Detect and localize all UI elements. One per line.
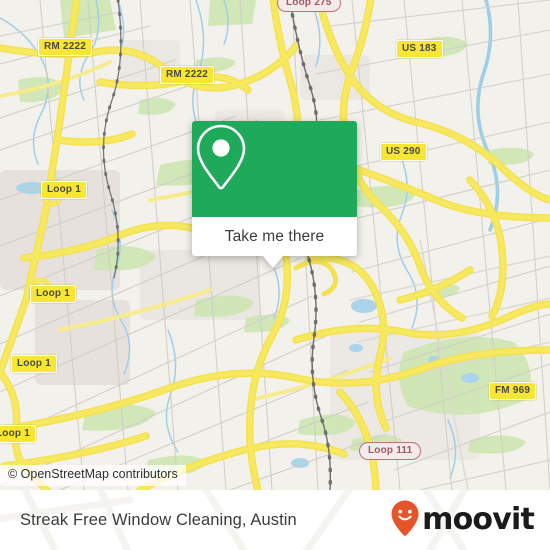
moovit-map-page: .lnd { fill:#efece5; } .park { fill:#cfe… (0, 0, 550, 550)
road-shield-loop-111: Loop 111 (359, 442, 422, 460)
road-shield-loop-1-a: Loop 1 (41, 181, 87, 199)
take-me-there-label: Take me there (224, 227, 325, 245)
road-shield-rm-2222-b: RM 2222 (160, 66, 214, 84)
location-popup-card[interactable]: Take me there (192, 121, 357, 268)
popup-pointer-tail (262, 255, 284, 268)
moovit-wordmark: moovit (422, 502, 535, 537)
road-shield-fm-969: FM 969 (489, 382, 537, 400)
map-canvas[interactable]: .lnd { fill:#efece5; } .park { fill:#cfe… (0, 0, 550, 490)
footer-bar: Streak Free Window Cleaning, Austin moov… (0, 490, 550, 550)
moovit-smiley-pin-icon (390, 499, 420, 542)
road-shield-loop-1-b: Loop 1 (30, 285, 76, 303)
place-title: Streak Free Window Cleaning, Austin (20, 510, 297, 529)
moovit-brand[interactable]: moovit (390, 490, 535, 550)
popup-pin-panel (192, 121, 357, 217)
road-shield-loop-1-d: Loop 1 (0, 425, 36, 443)
road-shield-loop-1-c: Loop 1 (11, 355, 57, 373)
road-shield-us-183: US 183 (396, 40, 443, 58)
popup-action-panel[interactable]: Take me there (192, 217, 357, 268)
road-shield-rm-2222-a: RM 2222 (38, 38, 92, 56)
road-shield-loop-275: Loop 275 (277, 0, 341, 12)
map-attribution[interactable]: © OpenStreetMap contributors (0, 465, 186, 486)
road-shield-us-290: US 290 (380, 143, 427, 161)
